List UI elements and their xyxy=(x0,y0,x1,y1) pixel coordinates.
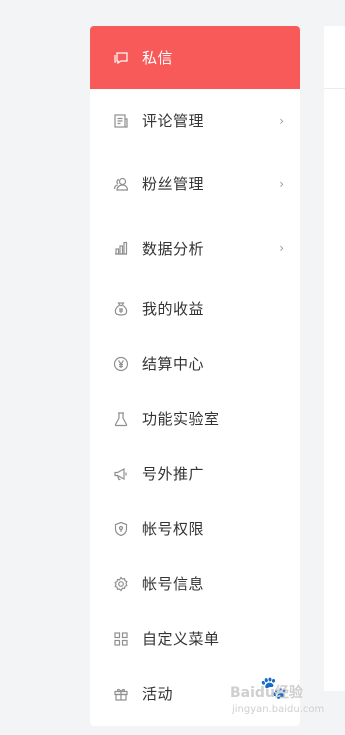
watermark: 🐾 Baidu经验 jingyan.baidu.com xyxy=(228,676,338,720)
sidebar-item-my-earnings[interactable]: 我的收益 xyxy=(90,281,300,336)
gift-icon xyxy=(113,686,129,702)
chevron-right-icon: › xyxy=(279,176,284,191)
money-bag-icon xyxy=(113,301,129,317)
sidebar-item-account-info[interactable]: 帐号信息 xyxy=(90,556,300,611)
sidebar-item-settlement-center[interactable]: 结算中心 xyxy=(90,336,300,391)
sidebar-item-label: 帐号权限 xyxy=(142,520,205,538)
grid-icon xyxy=(113,631,129,647)
comment-icon xyxy=(113,113,129,129)
sidebar-item-feature-lab[interactable]: 功能实验室 xyxy=(90,391,300,446)
watermark-brand: Baidu经验 xyxy=(230,685,303,701)
sidebar-item-label: 粉丝管理 xyxy=(142,175,205,193)
sidebar-menu: 私信 评论管理 › 粉丝管理 › 数据分析 › 我的收益 结算中心 功能实验室 … xyxy=(90,26,300,726)
message-icon xyxy=(113,50,129,66)
bar-chart-icon xyxy=(113,240,129,256)
content-header xyxy=(324,26,345,89)
sidebar-item-label: 结算中心 xyxy=(142,355,205,373)
sidebar-item-extra-promotion[interactable]: 号外推广 xyxy=(90,446,300,501)
sidebar-item-label: 帐号信息 xyxy=(142,575,205,593)
page: 私信 评论管理 › 粉丝管理 › 数据分析 › 我的收益 结算中心 功能实验室 … xyxy=(0,0,345,735)
sidebar-item-label: 私信 xyxy=(142,49,174,67)
fans-icon xyxy=(113,176,129,192)
sidebar-item-label: 号外推广 xyxy=(142,465,205,483)
chevron-right-icon: › xyxy=(279,113,284,128)
shield-icon xyxy=(113,521,129,537)
gear-icon xyxy=(113,576,129,592)
yen-icon xyxy=(113,356,129,372)
sidebar-item-fans-management[interactable]: 粉丝管理 › xyxy=(90,152,300,215)
sidebar-item-label: 我的收益 xyxy=(142,300,205,318)
watermark-url: jingyan.baidu.com xyxy=(232,704,325,715)
sidebar-item-custom-menu[interactable]: 自定义菜单 xyxy=(90,611,300,666)
sidebar-item-comment-management[interactable]: 评论管理 › xyxy=(90,89,300,152)
sidebar-item-data-analysis[interactable]: 数据分析 › xyxy=(90,215,300,281)
megaphone-icon xyxy=(113,466,129,482)
sidebar-item-label: 评论管理 xyxy=(142,112,205,130)
flask-icon xyxy=(113,411,129,427)
sidebar-item-account-permissions[interactable]: 帐号权限 xyxy=(90,501,300,556)
sidebar-item-label: 功能实验室 xyxy=(142,410,220,428)
sidebar-item-messages[interactable]: 私信 xyxy=(90,26,300,89)
content-panel xyxy=(324,26,345,691)
sidebar-item-label: 自定义菜单 xyxy=(142,630,220,648)
chevron-right-icon: › xyxy=(279,241,284,255)
sidebar-item-label: 数据分析 xyxy=(142,239,205,258)
